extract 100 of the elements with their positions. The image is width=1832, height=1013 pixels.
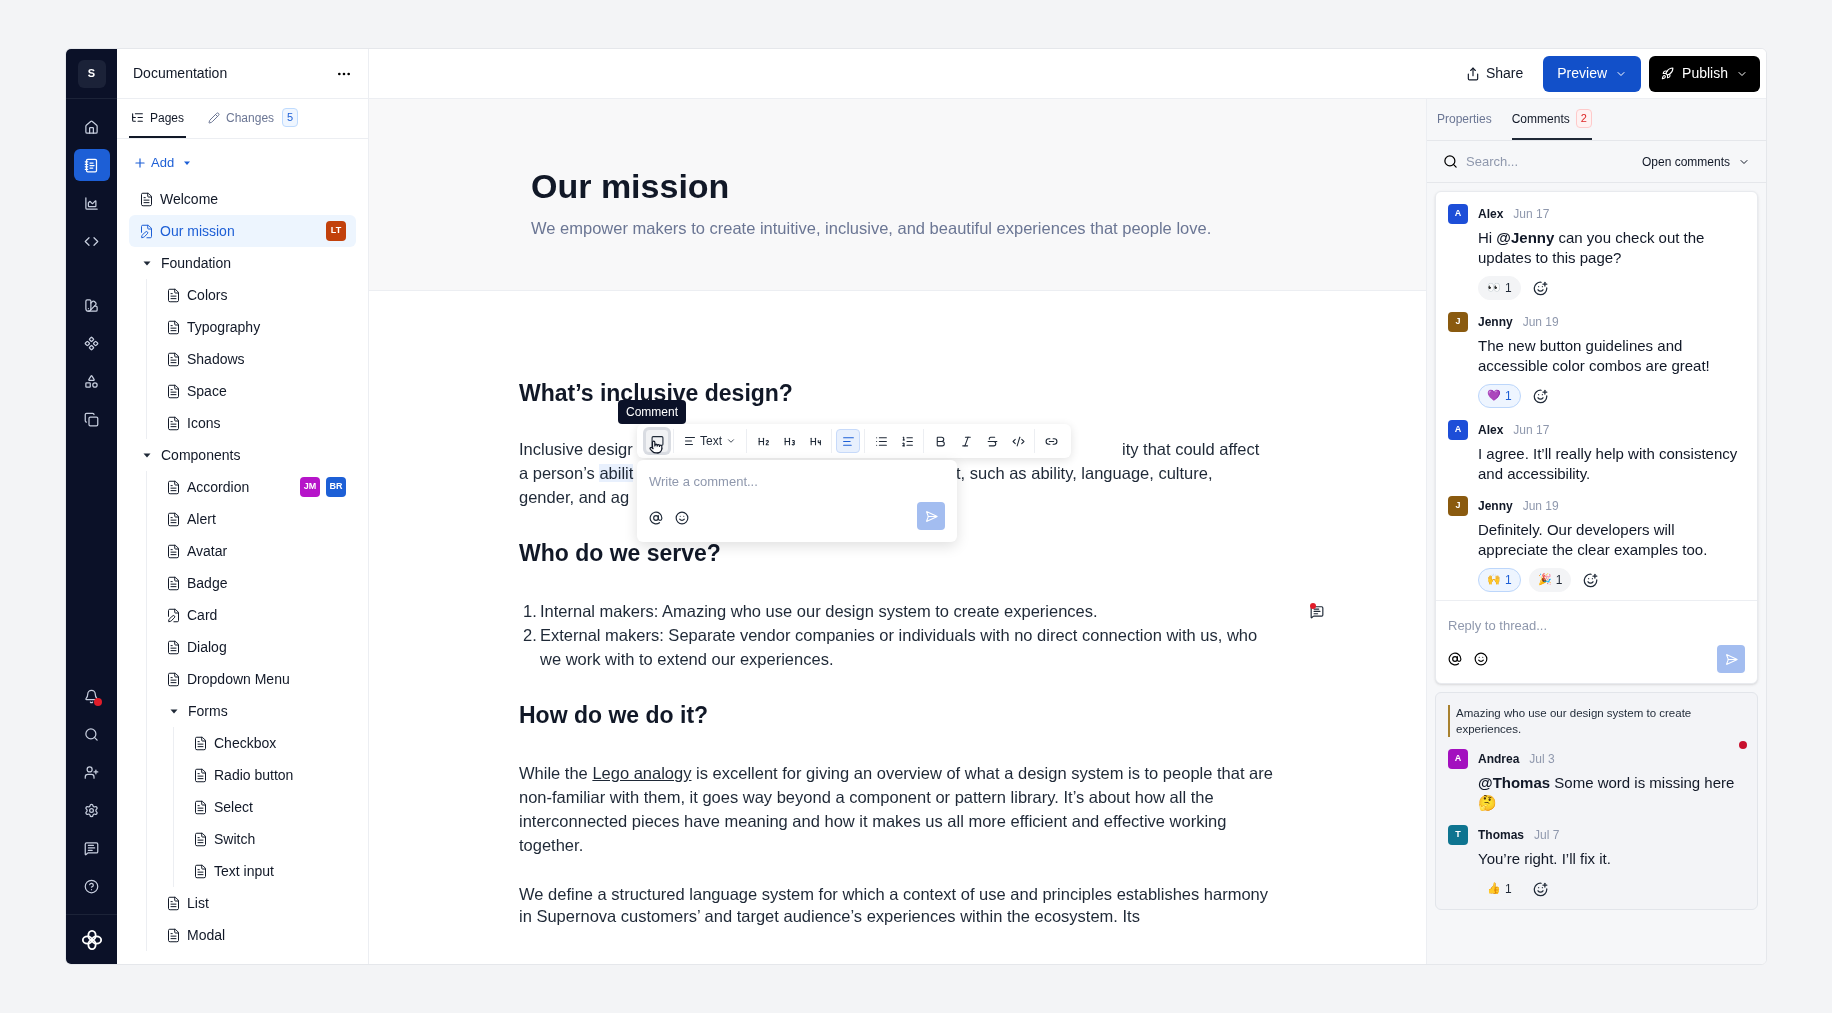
author-name: Jenny [1478, 498, 1513, 515]
list-number: 1. [522, 601, 538, 622]
panel-tab[interactable]: Properties [1437, 99, 1492, 140]
align-left-button[interactable] [836, 429, 860, 453]
sidebar-tab[interactable]: Pages [129, 99, 187, 138]
add-button[interactable]: Add [129, 151, 197, 175]
reaction-chip[interactable]: 🙌 1 [1478, 568, 1521, 592]
panel-tab[interactable]: Comments 2 [1511, 99, 1592, 140]
comment-text: Definitely. Our developers will appreciate the clear examples too. [1477, 520, 1709, 560]
page-item[interactable]: Welcome [129, 183, 356, 215]
page-item[interactable]: Alert [156, 503, 356, 535]
text-style-dropdown[interactable]: Text [678, 429, 742, 453]
list-item-text: External makers: Separate vendor companies or individuals with no direct connection with us, who we work with to extend our experiences. [540, 625, 1259, 670]
publish-button[interactable]: Publish [1649, 55, 1760, 92]
pencil-icon [208, 111, 221, 124]
page-label: Shadows [187, 349, 246, 369]
comment-marker-icon[interactable] [1310, 603, 1326, 619]
tree-folder[interactable]: Components [129, 439, 356, 471]
reaction-chip[interactable]: 💜 1 [1478, 384, 1521, 408]
comment-thread-card[interactable]: Amazing who use our design system to create experiences. A Andrea Jul 3 @Thomas Some word is missing here 🤔 T Thomas Jul 7 You’re right. I’ll fix it. 👍 1 [1435, 692, 1758, 910]
workspace-logo[interactable]: S [77, 59, 106, 88]
comment-date: Jun 17 [1513, 422, 1550, 439]
pointer-cursor-icon [649, 440, 663, 454]
page-item[interactable]: Switch [183, 823, 356, 855]
page-item[interactable]: Space [156, 375, 356, 407]
author-name: Alex [1478, 422, 1504, 439]
page-item[interactable]: Icons [156, 407, 356, 439]
notebook-button[interactable] [73, 149, 110, 181]
tree-folder[interactable]: Foundation [129, 247, 356, 279]
chat-icon [84, 840, 99, 856]
page-label: Radio button [214, 765, 295, 785]
sidebar-tab[interactable]: Changes 5 [206, 99, 301, 138]
mention-icon[interactable] [649, 511, 663, 525]
reaction-chip[interactable]: 🎉 1 [1528, 568, 1572, 592]
page-label: List [187, 893, 210, 913]
comment-input[interactable]: Write a comment... [649, 470, 945, 494]
share-button[interactable]: Share [1453, 55, 1536, 92]
section-heading: Who do we serve? [519, 539, 722, 568]
filter-dropdown[interactable]: Open comments [1641, 152, 1750, 171]
mention-icon[interactable] [1448, 652, 1462, 666]
author-name: Alex [1478, 206, 1504, 223]
count-badge: 2 [1575, 109, 1592, 128]
section-heading: How do we do it? [519, 701, 710, 730]
page-item[interactable]: Avatar [156, 535, 356, 567]
page-subtitle: We empower makers to create intuitive, inclusive, and beautiful experiences that people love. [531, 217, 1213, 239]
page-item[interactable]: Checkbox [183, 727, 356, 759]
home-icon [84, 119, 99, 135]
bullet-list-icon [874, 434, 888, 448]
preview-button[interactable]: Preview [1543, 55, 1642, 92]
reply-input[interactable]: Reply to thread... [1448, 616, 1745, 636]
emoji-icon[interactable] [675, 511, 689, 525]
tree-folder[interactable]: Forms [156, 695, 356, 727]
add-reaction-icon[interactable] [1532, 280, 1548, 296]
add-reaction-icon[interactable] [1532, 388, 1548, 404]
page-item[interactable]: Badge [156, 567, 356, 599]
page-item[interactable]: Dropdown Menu [156, 663, 356, 695]
text-link[interactable]: Lego analogy [592, 764, 692, 782]
page-label: Colors [187, 285, 229, 305]
body-paragraph: While the Lego analogy is excellent for giving an overview of what a design system is to people that are non-familiar with them, it goes way beyond a component or pattern library. It’s about how all the interconnected pieces have meaning and how it makes us all more efficient and effective working together. [519, 763, 1274, 856]
paragraph-fragment: Inclusive desigr [519, 439, 633, 460]
rocket-icon [1661, 67, 1675, 80]
comment-text: You’re right. I’ll fix it. [1477, 849, 1612, 869]
page-label: Icons [187, 413, 222, 433]
author-avatar: T [1448, 825, 1468, 845]
comment-thread-card[interactable] [1435, 191, 1758, 684]
page-label: Space [187, 381, 228, 401]
page-item[interactable]: Shadows [156, 343, 356, 375]
page-item[interactable]: Modal [156, 919, 356, 951]
comment-text: I agree. It’ll really help with consistency and accessibility. [1477, 444, 1739, 484]
page-item[interactable]: Our mission LT [129, 215, 356, 247]
page-label: Typography [187, 317, 262, 337]
plus-icon [133, 156, 147, 170]
emoji-icon[interactable] [1474, 652, 1488, 666]
author-avatar: A [1448, 420, 1468, 440]
paragraph-fragment: t, such as ability, language, culture, [956, 463, 1213, 484]
page-item[interactable]: Colors [156, 279, 356, 311]
page-item[interactable]: Typography [156, 311, 356, 343]
author-avatar: A [1448, 204, 1468, 224]
add-reaction-icon[interactable] [1532, 881, 1548, 897]
comment-date: Jul 3 [1529, 751, 1555, 768]
add-reaction-icon[interactable] [1583, 572, 1599, 588]
page-item[interactable]: Radio button [183, 759, 356, 791]
search-icon [84, 726, 99, 742]
page-item[interactable]: Accordion JM BR [156, 471, 356, 503]
comment-text: The new button guidelines and accessible color combos are great! [1477, 336, 1711, 376]
page-label: Card [187, 605, 219, 625]
page-label: Avatar [187, 541, 229, 561]
page-label: Accordion [187, 477, 251, 497]
page-item[interactable]: Dialog [156, 631, 356, 663]
author-name: Thomas [1478, 827, 1524, 844]
page-item[interactable]: Text input [183, 855, 356, 887]
page-item[interactable]: Card [156, 599, 356, 631]
body-paragraph: We define a structured language system for which a context of use and principles establishes harmony in Supernova customers’ and target audience’s experiences within the ecosystem. Its [519, 884, 1270, 927]
reaction-chip[interactable]: 👀 1 [1478, 276, 1521, 300]
page-item[interactable]: List [156, 887, 356, 919]
share-icon [1465, 66, 1480, 81]
page-item[interactable]: Select [183, 791, 356, 823]
author-name: Andrea [1478, 751, 1520, 768]
search-field[interactable]: Search... [1466, 151, 1634, 172]
flower-logo-icon[interactable] [80, 928, 103, 951]
